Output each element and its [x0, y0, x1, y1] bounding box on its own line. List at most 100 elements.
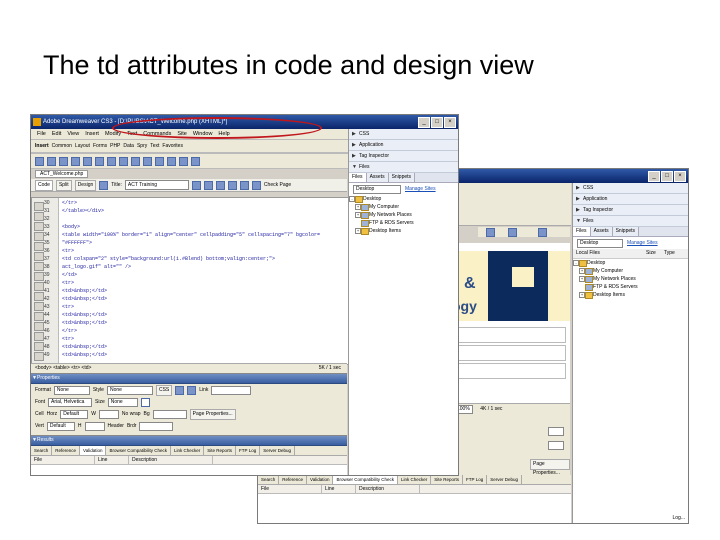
balance-braces-icon[interactable] — [34, 252, 44, 261]
code-line[interactable]: </table></div> — [62, 208, 104, 214]
text-color-box[interactable] — [548, 427, 564, 436]
live-data-icon[interactable] — [99, 180, 109, 190]
table-row[interactable] — [452, 363, 566, 379]
collapse-selection-icon[interactable] — [34, 222, 44, 231]
width-field[interactable] — [98, 409, 119, 419]
menu-insert[interactable]: Insert — [85, 129, 99, 139]
code-line[interactable]: <td>&nbsp;</td> — [62, 288, 107, 294]
highlight-invalid-code-icon[interactable] — [34, 272, 44, 281]
line-numbers-icon[interactable] — [34, 262, 44, 271]
results-tab[interactable]: Link Checker — [398, 475, 432, 484]
page-properties-button[interactable]: Page Properties... — [530, 459, 570, 476]
properties-header[interactable]: ▼ Properties — [31, 374, 347, 384]
code-line[interactable]: </tr> — [62, 328, 77, 334]
size-select[interactable]: None — [107, 397, 138, 407]
file-management-icon[interactable] — [191, 180, 201, 190]
file-item[interactable]: FTP & RDS Servers — [573, 283, 688, 291]
panel-files[interactable]: ▼ Files — [349, 162, 458, 173]
font-select[interactable]: Arial, Helvetica — [48, 397, 93, 407]
tab-assets[interactable]: Assets — [590, 227, 613, 236]
menu-view[interactable]: View — [67, 129, 79, 139]
validate-icon[interactable] — [251, 180, 261, 190]
auto-indent-icon[interactable] — [34, 302, 44, 311]
recent-snippets-icon[interactable] — [34, 342, 44, 351]
column-size[interactable]: Size — [646, 249, 664, 258]
panel-css[interactable]: ▶ CSS — [573, 183, 688, 194]
column-line[interactable]: Line — [95, 456, 129, 464]
results-tab[interactable]: Search — [258, 475, 280, 484]
tab-text[interactable]: Text — [150, 143, 159, 149]
document-tab[interactable]: ACT_Welcome.php — [35, 170, 89, 178]
minimize-icon[interactable]: _ — [418, 117, 430, 128]
code-line[interactable]: </tr> — [62, 200, 77, 206]
file-item[interactable]: + My Computer — [573, 267, 688, 275]
view-options-icon[interactable] — [227, 180, 237, 190]
head-icon[interactable] — [155, 156, 164, 166]
code-line[interactable]: act_logo.gif" alt="" /> — [62, 264, 131, 270]
panel-application[interactable]: ▶ Application — [349, 140, 458, 151]
page-properties-button[interactable]: Page Properties... — [189, 408, 236, 420]
tag-chooser-icon[interactable] — [191, 156, 200, 166]
code-editor[interactable]: 30 </tr> 31 </table></div> 32 33 <body> … — [31, 117, 349, 365]
results-tab-site-reports[interactable]: Site Reports — [204, 446, 237, 455]
check-page-button[interactable]: Check Page — [264, 182, 291, 188]
results-tab-link-checker[interactable]: Link Checker — [171, 446, 205, 455]
code-line[interactable]: <tr> — [62, 336, 74, 342]
menu-edit[interactable]: Edit — [52, 129, 61, 139]
panel-css[interactable]: ▶ CSS — [349, 129, 458, 140]
style-select[interactable]: None — [106, 385, 153, 395]
tab-common[interactable]: Common — [52, 143, 72, 149]
code-line[interactable]: <table width="100%" border="1" align="ce… — [62, 232, 320, 238]
height-field[interactable] — [84, 421, 105, 431]
column-local-files[interactable]: Local Files — [573, 249, 646, 258]
results-tab-search[interactable]: Search — [31, 446, 53, 455]
div-icon[interactable] — [83, 156, 92, 166]
refresh-icon[interactable] — [215, 180, 225, 190]
design-canvas[interactable]: & ogy — [448, 243, 570, 403]
date-icon[interactable] — [119, 156, 128, 166]
results-tab-reference[interactable]: Reference — [52, 446, 81, 455]
email-link-icon[interactable] — [47, 156, 56, 166]
manage-sites-link[interactable]: Manage Sites — [627, 240, 658, 246]
code-line[interactable]: <tr> — [62, 280, 74, 286]
code-line[interactable]: </td> — [62, 272, 77, 278]
code-view-button[interactable]: Code — [35, 179, 53, 191]
results-tab-ftp-log[interactable]: FTP Log — [236, 446, 261, 455]
results-tab-validation[interactable]: Validation — [80, 446, 107, 455]
tab-spry[interactable]: Spry — [137, 143, 147, 149]
minimize-icon[interactable]: _ — [648, 171, 660, 182]
column-description[interactable]: Description — [129, 456, 213, 464]
column-file[interactable]: File — [31, 456, 95, 464]
code-line[interactable]: <td>&nbsp;</td> — [62, 312, 107, 318]
code-line[interactable]: <td>&nbsp;</td> — [62, 296, 107, 302]
file-item[interactable]: + Desktop Items — [349, 227, 458, 235]
panel-application[interactable]: ▶ Application — [573, 194, 688, 205]
results-tab[interactable]: Site Reports — [431, 475, 464, 484]
code-line[interactable]: <body> — [62, 224, 80, 230]
results-tab[interactable]: Reference — [279, 475, 308, 484]
tab-snippets[interactable]: Snippets — [612, 227, 640, 236]
column-type[interactable]: Type — [664, 249, 675, 258]
apply-comment-icon[interactable] — [34, 312, 44, 321]
tab-forms[interactable]: Forms — [93, 143, 107, 149]
visual-aids-icon[interactable] — [239, 180, 249, 190]
file-item[interactable]: - Desktop — [349, 195, 458, 203]
refresh-icon[interactable] — [508, 228, 517, 237]
manage-sites-link[interactable]: Manage Sites — [405, 186, 436, 192]
media-icon[interactable] — [107, 156, 116, 166]
code-line[interactable]: <td>&nbsp;</td> — [62, 320, 107, 326]
panel-tag-inspector[interactable]: ▶ Tag Inspector — [349, 151, 458, 162]
panel-tag-inspector[interactable]: ▶ Tag Inspector — [573, 205, 688, 216]
collapse-tag-icon[interactable] — [34, 212, 44, 221]
tab-files[interactable]: Files — [573, 227, 591, 236]
text-color-icon[interactable] — [140, 397, 150, 407]
file-item[interactable]: + My Network Places — [349, 211, 458, 219]
tab-layout[interactable]: Layout — [75, 143, 90, 149]
vert-select[interactable]: Default — [46, 421, 75, 431]
location-select[interactable]: Desktop — [577, 238, 623, 248]
column-header[interactable]: Line — [322, 485, 356, 493]
code-line[interactable]: "#FFFFFF"> — [62, 240, 92, 246]
tab-files[interactable]: Files — [349, 173, 367, 182]
tab-php[interactable]: PHP — [110, 143, 120, 149]
results-tab[interactable]: FTP Log — [463, 475, 488, 484]
